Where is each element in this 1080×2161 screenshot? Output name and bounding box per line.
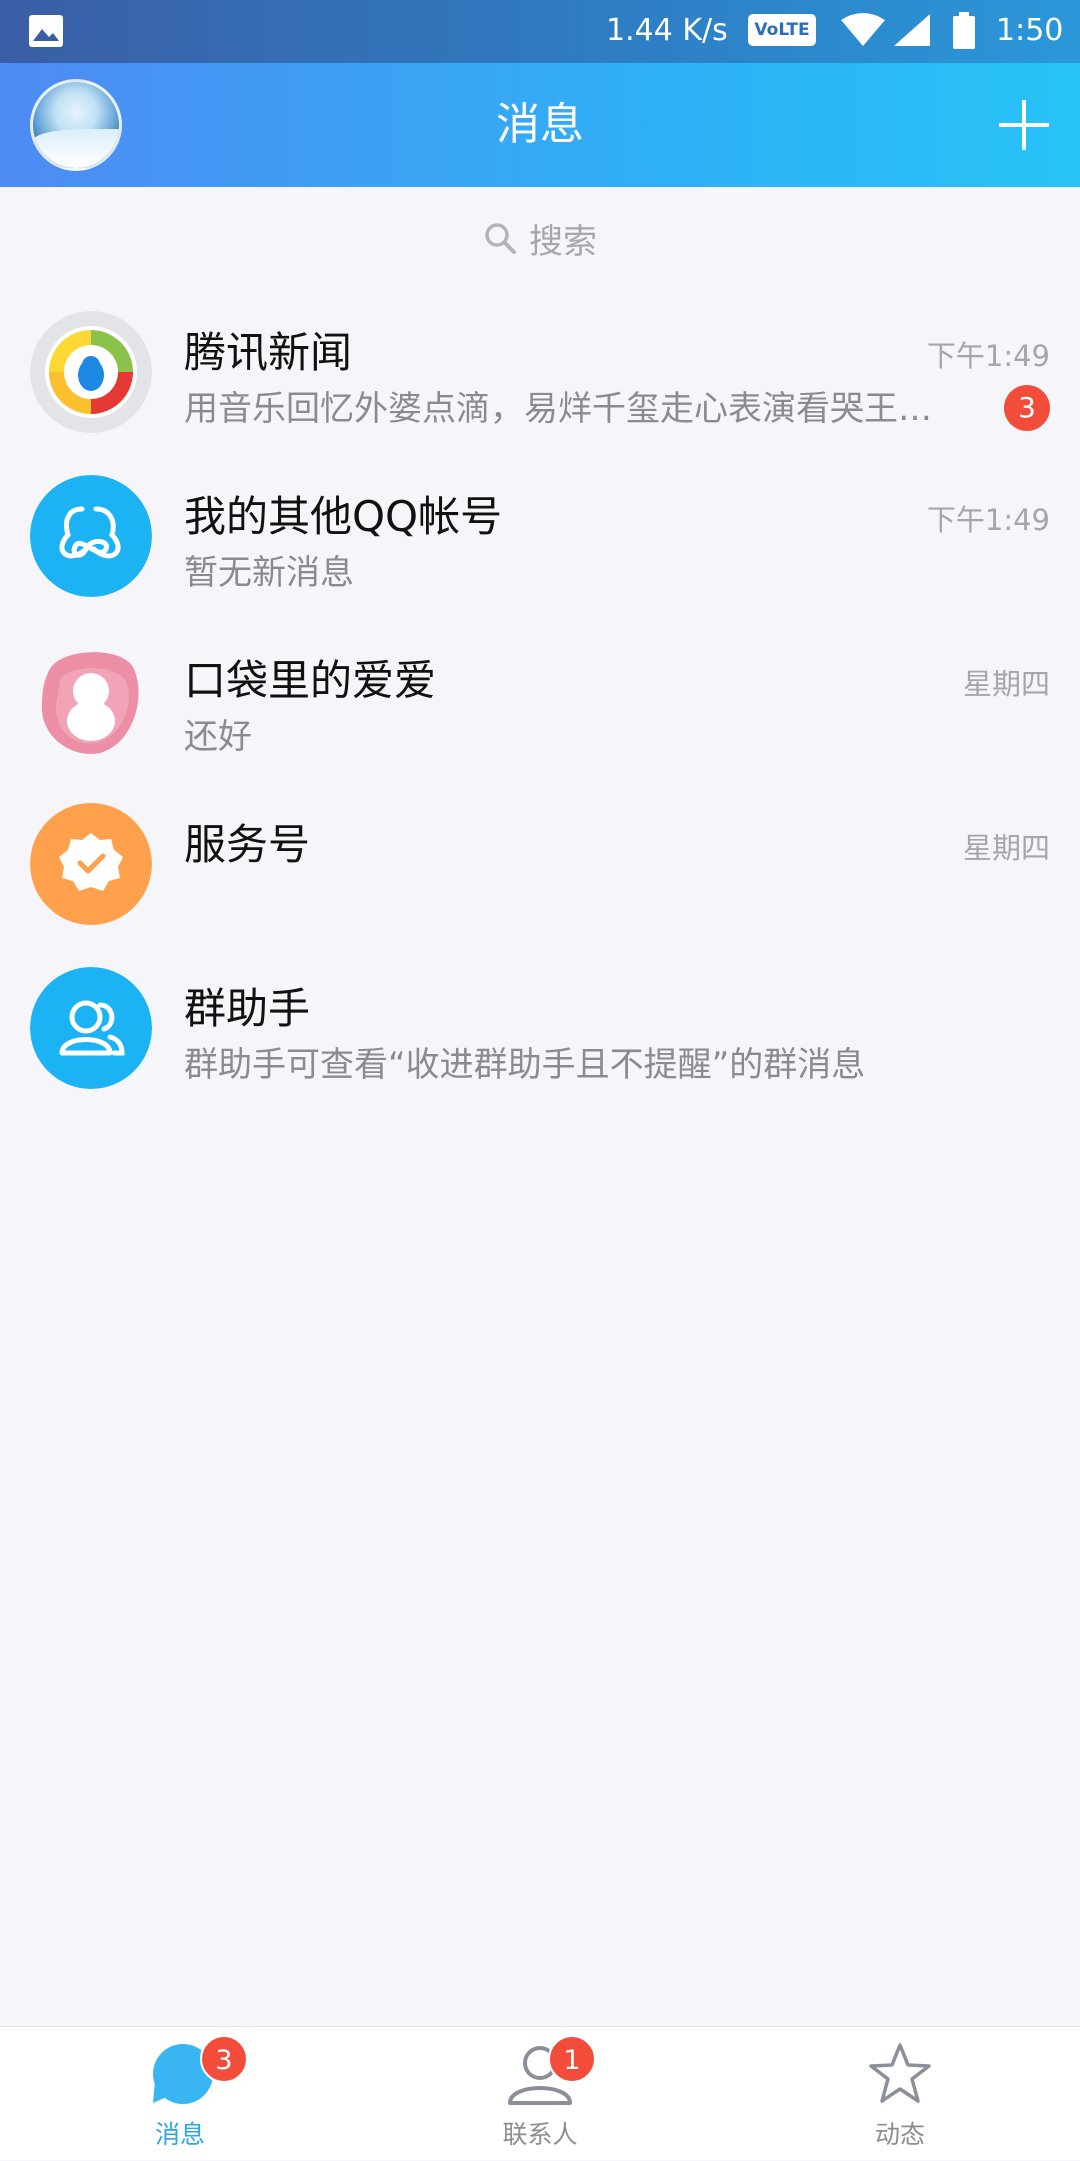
conversation-time: 星期四 <box>962 831 1050 865</box>
gallery-icon <box>28 14 64 56</box>
volte-icon: VoLTE <box>748 14 816 46</box>
tencent-news-avatar <box>30 311 152 433</box>
page-title: 消息 <box>496 99 584 150</box>
conversation-row[interactable]: 口袋里的爱爱 还好 星期四 <box>0 617 1080 781</box>
tab-contacts-badge: 1 <box>548 2035 596 2083</box>
search-bar[interactable]: 搜索 <box>0 187 1080 289</box>
wifi-icon <box>840 12 886 56</box>
conversation-name: 口袋里的爱爱 <box>184 656 437 705</box>
conversation-name: 我的其他QQ帐号 <box>184 492 503 541</box>
conversation-preview: 群助手可查看“收进群助手且不提醒”的群消息 <box>184 1045 866 1085</box>
conversation-row[interactable]: 群助手 群助手可查看“收进群助手且不提醒”的群消息 <box>0 945 1080 1109</box>
network-speed: 1.44 K/s <box>606 13 728 48</box>
tab-messages[interactable]: 3 消息 <box>0 2027 360 2161</box>
pink-contact-avatar <box>30 639 152 761</box>
status-bar: 1.44 K/s VoLTE 1:50 <box>0 0 1080 63</box>
clock-time: 1:50 <box>996 13 1064 48</box>
battery-icon <box>952 12 976 58</box>
conversation-time: 星期四 <box>962 667 1050 701</box>
signal-icon <box>892 12 932 56</box>
conversation-list: 腾讯新闻 用音乐回忆外婆点滴，易烊千玺走心表演看哭王… 下午1:49 3 我的其… <box>0 289 1080 1109</box>
search-placeholder: 搜索 <box>529 221 597 262</box>
service-account-avatar <box>30 803 152 925</box>
tab-feed-label: 动态 <box>874 2120 925 2149</box>
tab-feed[interactable]: 动态 <box>720 2027 1080 2161</box>
other-accounts-avatar <box>30 475 152 597</box>
tab-messages-badge: 3 <box>200 2035 248 2083</box>
add-plus-icon[interactable] <box>996 97 1052 153</box>
conversation-preview: 暂无新消息 <box>184 553 354 593</box>
group-assistant-avatar <box>30 967 152 1089</box>
conversation-time: 下午1:49 <box>926 503 1050 537</box>
bottom-tab-bar: 3 消息 1 联系人 动态 <box>0 2026 1080 2160</box>
search-icon <box>485 223 516 254</box>
star-icon <box>867 2041 933 2111</box>
conversation-name: 腾讯新闻 <box>184 328 353 377</box>
conversation-name: 服务号 <box>184 820 311 869</box>
conversation-preview: 用音乐回忆外婆点滴，易烊千玺走心表演看哭王… <box>184 389 932 429</box>
profile-avatar[interactable] <box>30 79 122 171</box>
tab-contacts[interactable]: 1 联系人 <box>360 2027 720 2161</box>
app-header: 消息 <box>0 63 1080 187</box>
unread-badge: 3 <box>1004 385 1050 431</box>
conversation-name: 群助手 <box>184 984 311 1033</box>
conversation-row[interactable]: 腾讯新闻 用音乐回忆外婆点滴，易烊千玺走心表演看哭王… 下午1:49 3 <box>0 289 1080 453</box>
conversation-row[interactable]: 服务号 星期四 <box>0 781 1080 945</box>
conversation-preview: 还好 <box>184 717 252 757</box>
tab-contacts-label: 联系人 <box>502 2120 578 2149</box>
tab-messages-label: 消息 <box>154 2120 205 2149</box>
conversation-time: 下午1:49 <box>926 339 1050 373</box>
conversation-row[interactable]: 我的其他QQ帐号 暂无新消息 下午1:49 <box>0 453 1080 617</box>
